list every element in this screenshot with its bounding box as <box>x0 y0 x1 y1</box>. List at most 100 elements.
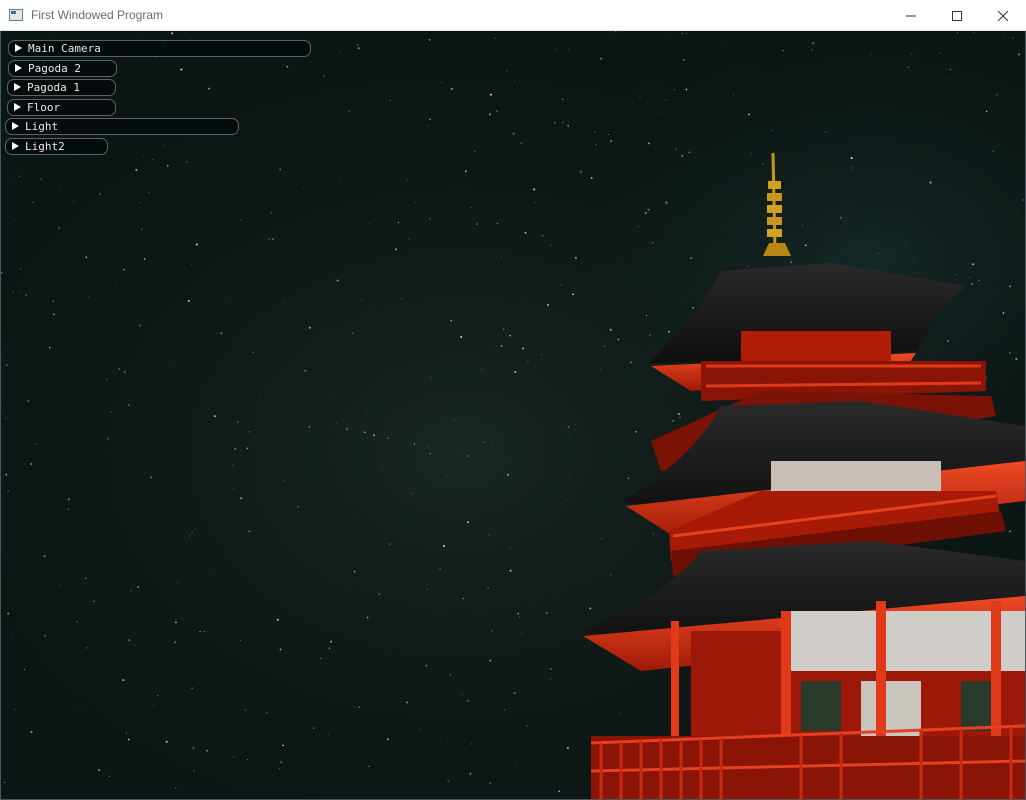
star <box>850 157 853 160</box>
star <box>174 787 177 789</box>
star <box>491 630 493 632</box>
star <box>366 616 369 619</box>
star <box>996 249 998 251</box>
scene-render <box>1 31 1025 799</box>
star <box>239 640 241 642</box>
star <box>407 238 410 240</box>
star <box>148 192 150 194</box>
star <box>276 618 279 621</box>
star <box>878 253 879 254</box>
star <box>810 49 813 51</box>
star <box>558 790 561 793</box>
star <box>253 610 255 611</box>
panel-pagoda-1[interactable]: Pagoda 1 <box>7 79 116 96</box>
collapse-arrow-icon[interactable] <box>14 103 21 111</box>
star <box>646 315 648 317</box>
title-bar[interactable]: First Windowed Program <box>0 0 1026 31</box>
star <box>589 607 592 610</box>
star <box>567 425 570 428</box>
star <box>130 589 133 592</box>
star <box>52 300 54 302</box>
star <box>330 640 333 643</box>
collapse-arrow-icon[interactable] <box>15 64 22 72</box>
star <box>657 113 659 114</box>
star <box>121 176 123 178</box>
star <box>467 521 469 524</box>
star <box>690 257 693 260</box>
star <box>233 756 235 758</box>
star <box>572 293 574 296</box>
star <box>152 705 154 707</box>
star <box>188 634 190 636</box>
star <box>7 612 10 615</box>
star <box>541 354 543 356</box>
star <box>770 129 772 131</box>
star <box>998 167 1000 168</box>
collapse-arrow-icon[interactable] <box>15 44 22 52</box>
star <box>550 668 552 670</box>
star <box>630 361 632 364</box>
star <box>685 88 688 91</box>
panel-label: Main Camera <box>28 42 101 55</box>
star <box>635 107 636 108</box>
star <box>40 178 42 180</box>
star <box>420 728 422 730</box>
star <box>750 153 752 155</box>
star <box>406 701 408 704</box>
star <box>246 759 248 761</box>
star <box>570 466 572 467</box>
star <box>620 713 622 714</box>
star <box>157 695 159 697</box>
star <box>911 53 913 55</box>
star <box>386 738 389 741</box>
minimize-button[interactable] <box>888 0 934 31</box>
star <box>639 96 641 98</box>
star <box>427 446 429 448</box>
star <box>494 37 496 39</box>
star <box>615 31 617 33</box>
panel-light[interactable]: Light <box>5 118 239 135</box>
star <box>123 371 126 374</box>
star <box>1008 351 1011 354</box>
star <box>985 110 988 113</box>
star <box>171 32 174 35</box>
panel-label: Pagoda 1 <box>27 81 80 94</box>
star <box>369 322 370 324</box>
panel-light2[interactable]: Light2 <box>5 138 108 155</box>
star <box>782 49 784 52</box>
star <box>600 369 602 371</box>
star <box>1003 34 1004 36</box>
star <box>135 168 138 171</box>
star <box>6 364 8 367</box>
star <box>388 543 391 546</box>
star <box>522 347 525 350</box>
star <box>514 370 517 374</box>
star <box>430 376 432 379</box>
star <box>449 674 452 676</box>
collapse-arrow-icon[interactable] <box>14 83 21 91</box>
star <box>143 258 146 260</box>
star <box>137 586 139 588</box>
star <box>353 570 356 573</box>
panel-floor[interactable]: Floor <box>7 99 116 116</box>
collapse-arrow-icon[interactable] <box>12 142 19 150</box>
star <box>59 585 60 587</box>
star <box>733 94 735 96</box>
star <box>282 744 284 747</box>
star <box>127 404 130 406</box>
panel-main-camera[interactable]: Main Camera <box>8 40 311 57</box>
collapse-arrow-icon[interactable] <box>12 122 19 130</box>
star <box>8 179 9 181</box>
render-viewport[interactable]: Main Camera Pagoda 2 Pagoda 1 Floor Ligh… <box>1 31 1025 799</box>
close-button[interactable] <box>980 0 1026 31</box>
maximize-button[interactable] <box>934 0 980 31</box>
star <box>166 164 169 167</box>
star <box>647 208 650 211</box>
star <box>252 351 254 353</box>
panel-label: Light2 <box>25 140 65 153</box>
star <box>18 175 21 177</box>
star <box>566 499 568 501</box>
star <box>420 327 422 329</box>
panel-pagoda-2[interactable]: Pagoda 2 <box>8 60 117 77</box>
star <box>470 207 472 209</box>
